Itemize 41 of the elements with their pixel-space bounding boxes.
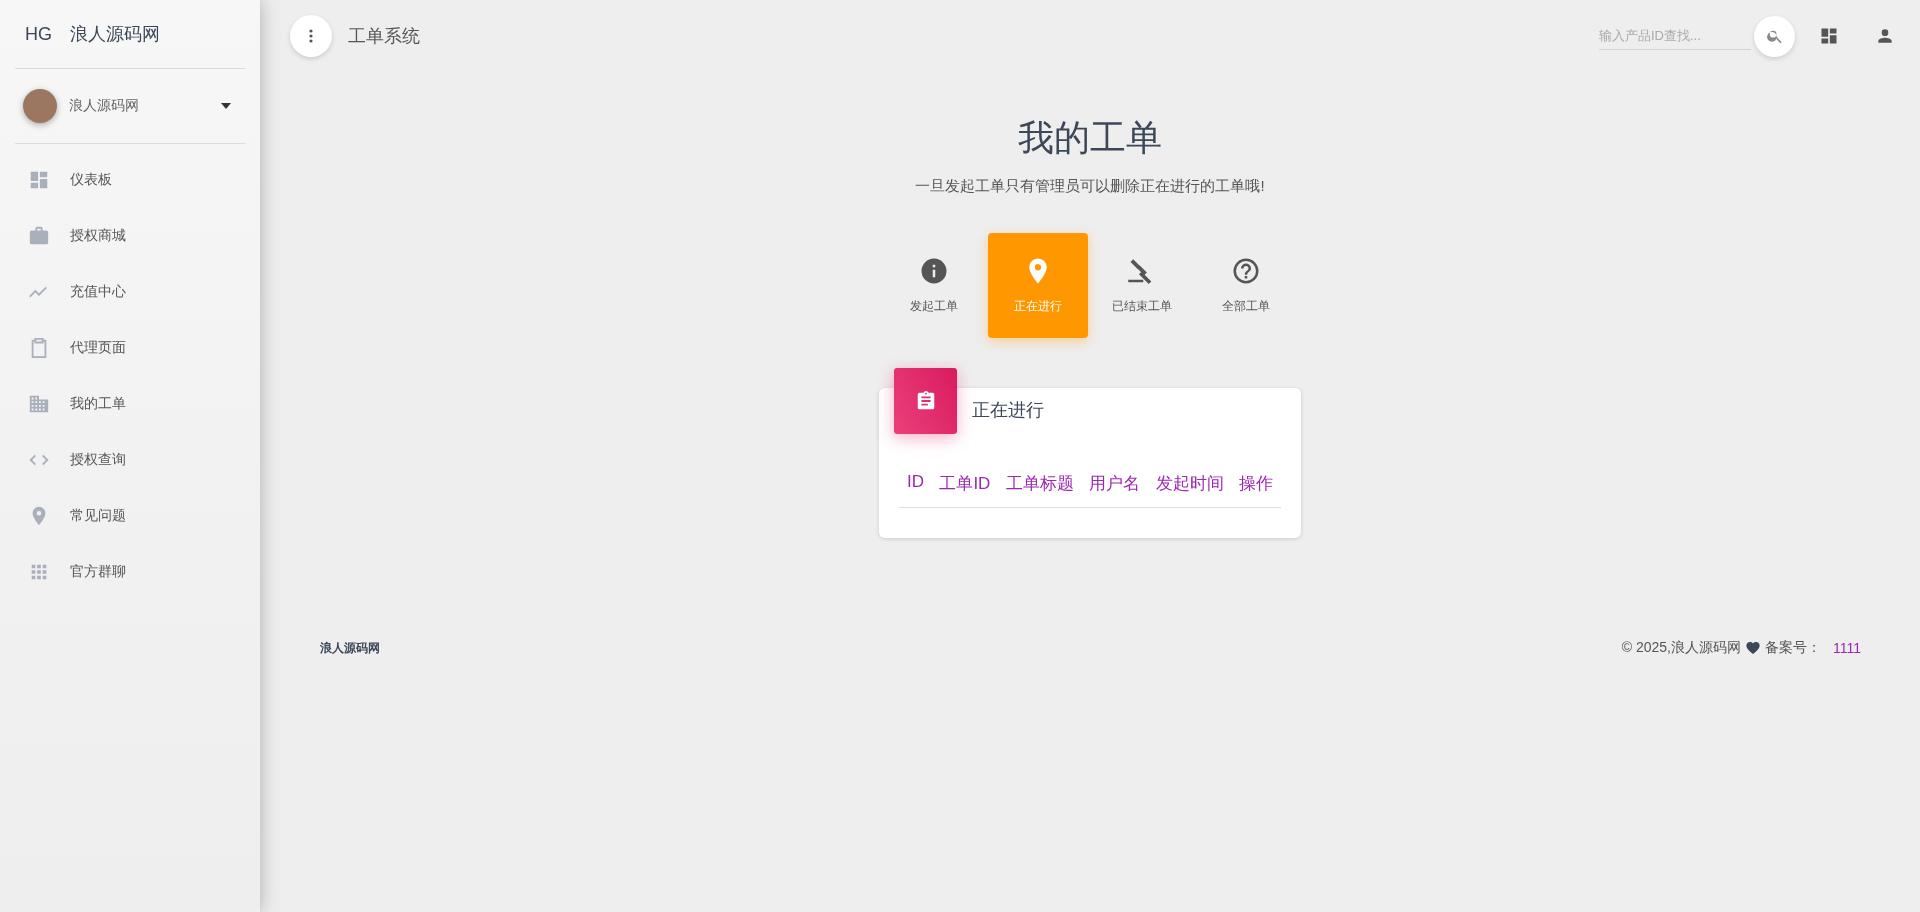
column-header: 工单ID bbox=[939, 473, 991, 495]
dashboard-icon[interactable] bbox=[1819, 26, 1839, 46]
column-header: 工单标题 bbox=[1005, 473, 1074, 495]
sidebar-item[interactable]: 充值中心 bbox=[0, 264, 245, 320]
record-number-link[interactable]: 1111 bbox=[1832, 640, 1861, 656]
caret-icon[interactable] bbox=[221, 103, 231, 109]
sidebar-item[interactable]: 代理页面 bbox=[0, 320, 245, 376]
more-icon bbox=[309, 29, 313, 43]
tab-icon bbox=[1231, 256, 1261, 286]
nav-icon bbox=[28, 225, 50, 247]
logo-mark: HG bbox=[25, 23, 52, 45]
column-header: 发起时间 bbox=[1155, 473, 1224, 495]
search-field[interactable]: 输入产品ID查找... bbox=[1599, 22, 1751, 50]
tab[interactable]: 已结束工单 bbox=[1092, 233, 1192, 338]
column-header: 用户名 bbox=[1089, 473, 1141, 495]
sidebar-item[interactable]: 我的工单 bbox=[0, 376, 245, 432]
sidebar-item[interactable]: 官方群聊 bbox=[0, 544, 245, 600]
sidebar-item[interactable]: 授权商城 bbox=[0, 208, 245, 264]
person-icon[interactable] bbox=[1875, 26, 1895, 46]
search-button[interactable] bbox=[1754, 15, 1795, 57]
page-subtitle: 一旦发起工单只有管理员可以删除正在进行的工单哦! bbox=[915, 177, 1265, 196]
tab[interactable]: 发起工单 bbox=[884, 233, 984, 338]
footer-site-name: 浪人源码网 bbox=[320, 639, 381, 657]
heart-icon bbox=[1744, 640, 1761, 656]
nav-icon bbox=[28, 393, 50, 415]
sidebar-item[interactable]: 授权查询 bbox=[0, 432, 245, 488]
user-name[interactable]: 浪人源码网 bbox=[69, 97, 221, 115]
sidebar-item[interactable]: 仪表板 bbox=[0, 152, 245, 208]
record-label: 备案号： bbox=[1764, 639, 1821, 657]
tab-icon bbox=[919, 256, 949, 286]
copyright-text: © 2025,浪人源码网 bbox=[1621, 639, 1741, 657]
site-name: 浪人源码网 bbox=[70, 23, 160, 46]
user-avatar[interactable] bbox=[23, 89, 57, 123]
card-title: 正在进行 bbox=[972, 399, 1044, 422]
tab[interactable]: 全部工单 bbox=[1196, 233, 1296, 338]
column-header: 操作 bbox=[1238, 473, 1273, 495]
nav-icon bbox=[28, 169, 50, 191]
page-title: 工单系统 bbox=[348, 25, 421, 48]
page-heading: 我的工单 bbox=[1018, 116, 1162, 160]
sidebar-item[interactable]: 常见问题 bbox=[0, 488, 245, 544]
column-header: ID bbox=[907, 472, 924, 493]
